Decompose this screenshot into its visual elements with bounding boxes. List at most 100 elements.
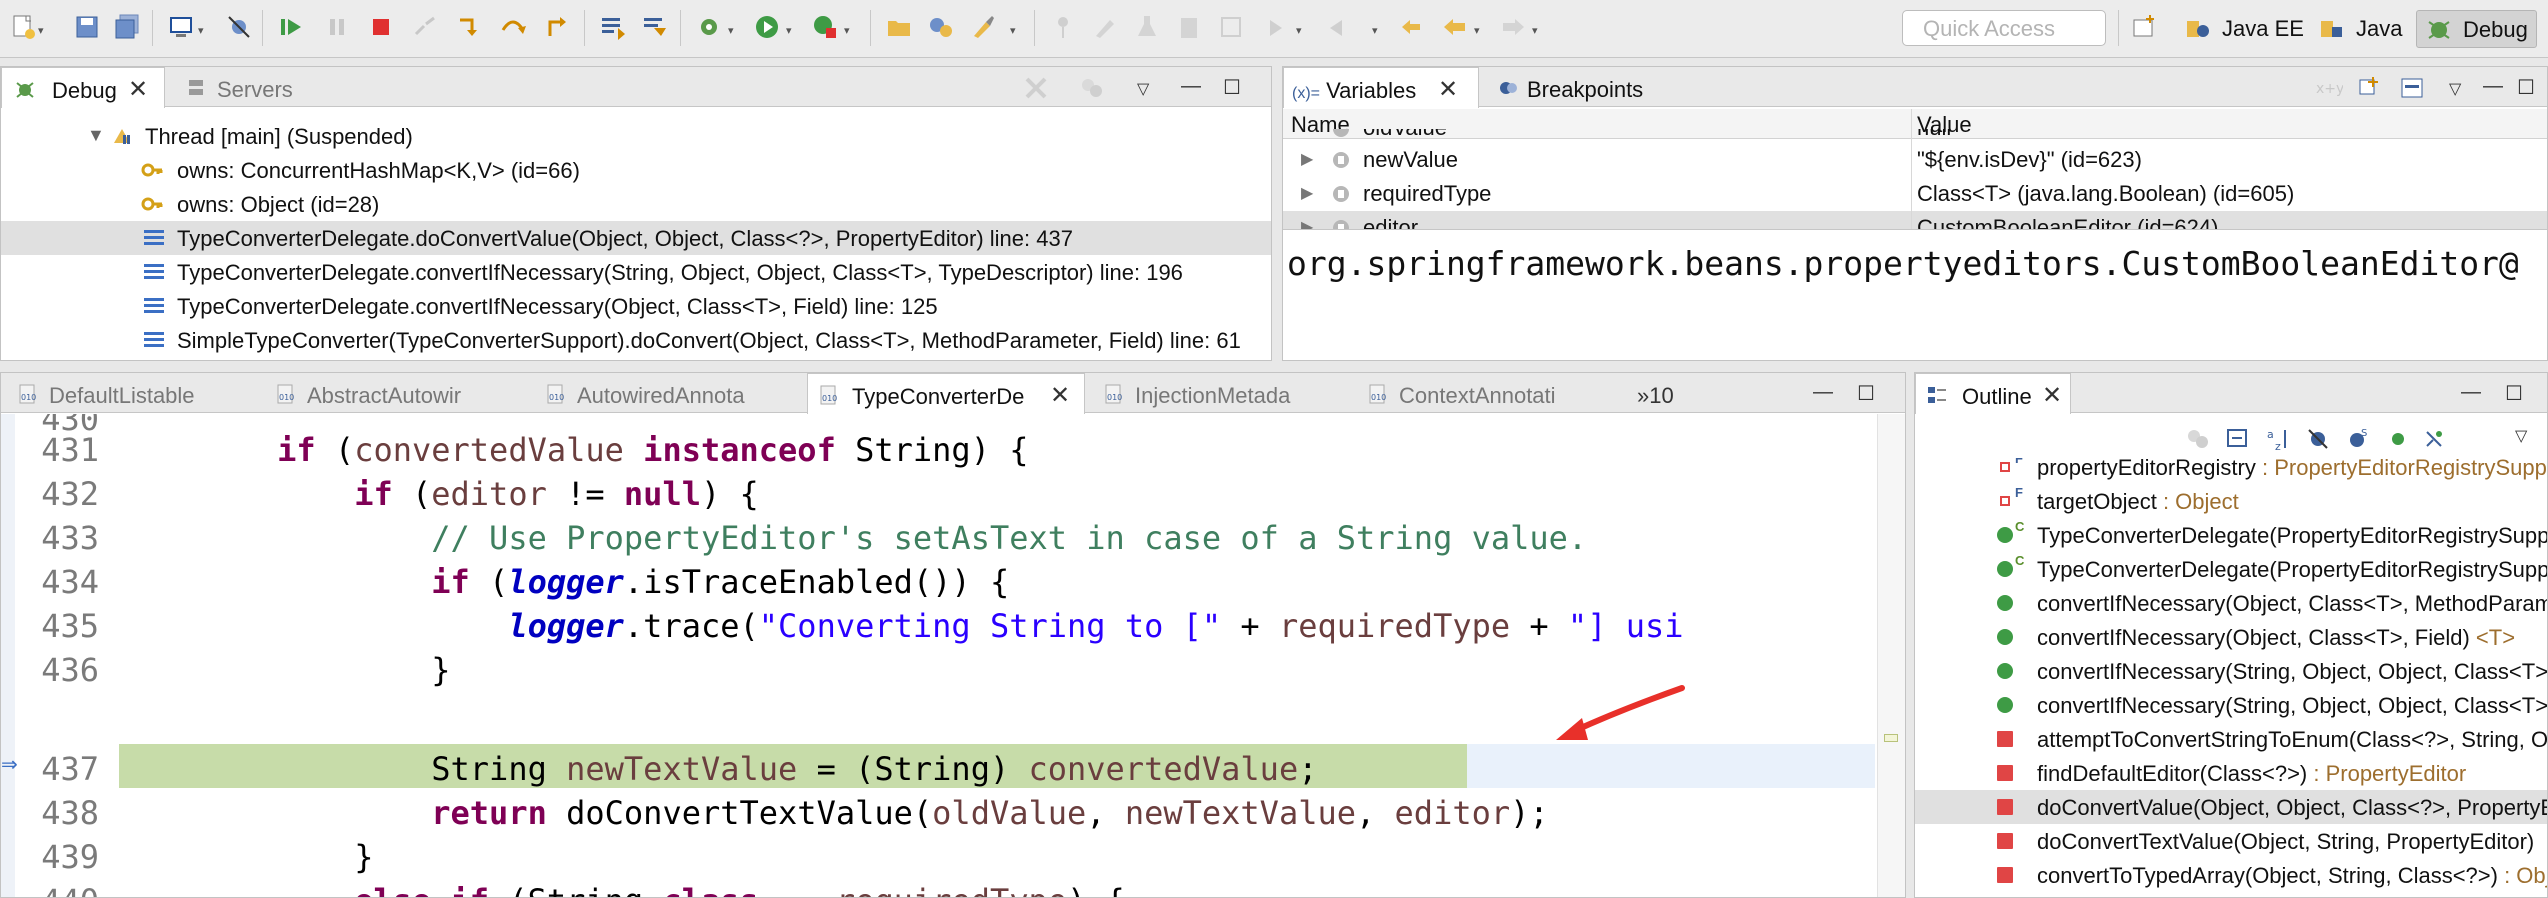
chevron-down-icon[interactable]: ▾: [728, 24, 734, 37]
view-menu-icon[interactable]: ▽: [1137, 79, 1149, 99]
minimize-all-icon[interactable]: [2397, 73, 2427, 103]
variable-detail-pane[interactable]: org.springframework.beans.propertyeditor…: [1283, 229, 2547, 345]
minimize-icon[interactable]: —: [2483, 75, 2503, 98]
last-edit-location-icon[interactable]: [1396, 12, 1426, 42]
thread-row[interactable]: ▼ Thread [main] (Suspended): [1, 119, 1271, 153]
stack-frame-row[interactable]: TypeConverterDelegate.convertIfNecessary…: [1, 255, 1271, 289]
maximize-icon[interactable]: ☐: [2517, 75, 2535, 100]
tab-servers[interactable]: Servers: [181, 67, 293, 107]
brush-icon[interactable]: [968, 12, 998, 42]
collapse-arrow-icon[interactable]: ▼: [87, 125, 105, 146]
view-menu-icon[interactable]: ▽: [2449, 79, 2461, 99]
stack-frame-row[interactable]: SimpleTypeConverter(TypeConverterSupport…: [1, 323, 1271, 357]
chevron-down-icon[interactable]: ▾: [786, 24, 792, 37]
chevron-down-icon[interactable]: ▾: [844, 24, 850, 37]
open-folder-icon[interactable]: [884, 12, 914, 42]
minimize-icon[interactable]: —: [1813, 381, 1833, 404]
chevron-down-icon[interactable]: ▾: [38, 24, 44, 37]
terminal-icon[interactable]: [166, 12, 196, 42]
close-icon[interactable]: ✕: [128, 75, 148, 104]
hide-non-public-members-icon[interactable]: [2385, 426, 2411, 452]
outline-item[interactable]: C TypeConverterDelegate(PropertyEditorRe…: [1915, 518, 2547, 552]
save-icon[interactable]: [72, 12, 102, 42]
java-ee-perspective-button[interactable]: Java EE: [2176, 10, 2312, 48]
debug-gear-icon[interactable]: [694, 12, 724, 42]
editor-tab[interactable]: 010 InjectionMetada: [1099, 373, 1290, 413]
outline-item[interactable]: convertIfNecessary(Object, Class<T>, Met…: [1915, 586, 2547, 620]
expand-arrow-icon[interactable]: ▶: [1301, 183, 1313, 203]
expand-arrow-icon[interactable]: ▶: [1301, 149, 1313, 169]
chevron-down-icon[interactable]: ▾: [1010, 24, 1016, 37]
minimize-icon[interactable]: —: [1181, 75, 1201, 98]
open-perspective-icon[interactable]: [2130, 12, 2160, 42]
close-icon[interactable]: ✕: [2042, 381, 2062, 410]
overview-annotation-marker[interactable]: [1884, 734, 1898, 742]
sort-icon[interactable]: az: [2265, 426, 2291, 453]
outline-item[interactable]: doConvertTextValue(Object, String, Prope…: [1915, 824, 2547, 858]
debug-perspective-button[interactable]: Debug: [2416, 10, 2537, 48]
code-area[interactable]: ⇒ 430 431 432 433 434 435 436 437 438 43…: [1, 414, 1905, 897]
maximize-icon[interactable]: ☐: [2505, 381, 2523, 406]
open-type-icon[interactable]: [926, 12, 956, 42]
outline-item[interactable]: convertToTypedArray(Object, String, Clas…: [1915, 858, 2547, 892]
view-menu-icon[interactable]: ▽: [2515, 426, 2527, 446]
close-icon[interactable]: ✕: [1050, 381, 1070, 410]
variable-row-selected[interactable]: ▶ editor CustomBooleanEditor (id=624): [1283, 211, 2547, 229]
stack-frame-row[interactable]: TypeConverterDelegate.doConvertValue(Obj…: [1, 221, 1271, 255]
outline-item[interactable]: attemptToConvertStringToEnum(Class<?>, S…: [1915, 722, 2547, 756]
more-tabs-button[interactable]: »10: [1637, 373, 1674, 413]
back-icon[interactable]: [1440, 12, 1470, 42]
maximize-icon[interactable]: ☐: [1223, 75, 1241, 100]
line-number-ruler[interactable]: ⇒ 430 431 432 433 434 435 436 437 438 43…: [1, 414, 119, 897]
tab-breakpoints[interactable]: Breakpoints: [1487, 67, 1643, 107]
editor-tab[interactable]: 010 AbstractAutowir: [271, 373, 461, 413]
resume-icon[interactable]: [276, 12, 306, 42]
chevron-down-icon[interactable]: ▾: [1474, 24, 1480, 37]
collapse-all-icon[interactable]: [2225, 426, 2251, 452]
stack-frame-row[interactable]: TypeConverterDelegate.convertIfNecessary…: [1, 289, 1271, 323]
outline-item-selected[interactable]: doConvertValue(Object, Object, Class<?>,…: [1915, 790, 2547, 824]
outline-item[interactable]: convertIfNecessary(Object, Class<T>, Fie…: [1915, 620, 2547, 654]
step-into-icon[interactable]: [454, 12, 484, 42]
hide-fields-icon[interactable]: [2305, 426, 2331, 452]
expand-arrow-icon[interactable]: ▶: [1301, 217, 1313, 229]
minimize-icon[interactable]: —: [2461, 381, 2481, 404]
new-file-icon[interactable]: [8, 12, 38, 42]
maximize-icon[interactable]: ☐: [1857, 381, 1875, 406]
chevron-down-icon[interactable]: ▾: [1532, 24, 1538, 37]
close-icon[interactable]: ✕: [1438, 75, 1458, 104]
run-icon[interactable]: [752, 12, 782, 42]
outline-item[interactable]: F targetObject : Object: [1915, 484, 2547, 518]
hide-local-types-icon[interactable]: [2421, 426, 2447, 452]
chevron-down-icon[interactable]: ▾: [198, 24, 204, 37]
monitor-row[interactable]: owns: Object (id=28): [1, 187, 1271, 221]
editor-tab-active[interactable]: 010 TypeConverterDe ✕: [807, 373, 1085, 414]
column-divider[interactable]: [1911, 109, 1912, 229]
overview-ruler[interactable]: [1877, 414, 1905, 897]
outline-item[interactable]: convertIfNecessary(String, Object, Objec…: [1915, 688, 2547, 722]
terminate-icon[interactable]: [366, 12, 396, 42]
outline-item[interactable]: convertIfNecessary(String, Object, Objec…: [1915, 654, 2547, 688]
tab-outline[interactable]: Outline ✕: [1915, 373, 2071, 414]
drop-to-frame-icon[interactable]: [598, 12, 628, 42]
variable-row[interactable]: ▶ requiredType Class<T> (java.lang.Boole…: [1283, 177, 2547, 211]
skip-breakpoints-icon[interactable]: [224, 12, 254, 42]
outline-item[interactable]: C TypeConverterDelegate(PropertyEditorRe…: [1915, 552, 2547, 586]
save-all-icon[interactable]: [112, 12, 142, 42]
run-external-tool-icon[interactable]: [810, 12, 840, 42]
collapse-all-icon[interactable]: [2355, 73, 2385, 103]
hide-static-members-icon[interactable]: S: [2345, 426, 2371, 452]
variable-row-partial[interactable]: oldValue null: [1283, 129, 2547, 143]
outline-item[interactable]: findDefaultEditor(Class<?>) : PropertyEd…: [1915, 756, 2547, 790]
vertical-ruler[interactable]: [1, 414, 15, 897]
chevron-down-icon[interactable]: ▾: [1296, 24, 1302, 37]
quick-access-input[interactable]: Quick Access: [1902, 10, 2106, 46]
editor-tab[interactable]: 010 DefaultListable: [11, 373, 195, 413]
tab-variables[interactable]: (x)= Variables ✕: [1283, 67, 1479, 108]
editor-tab[interactable]: 010 ContextAnnotati: [1363, 373, 1556, 413]
monitor-row[interactable]: owns: ConcurrentHashMap<K,V> (id=66): [1, 153, 1271, 187]
tab-debug[interactable]: Debug ✕: [1, 67, 165, 108]
use-step-filters-icon[interactable]: [640, 12, 670, 42]
java-perspective-button[interactable]: Java: [2310, 10, 2410, 48]
step-over-icon[interactable]: [498, 12, 528, 42]
